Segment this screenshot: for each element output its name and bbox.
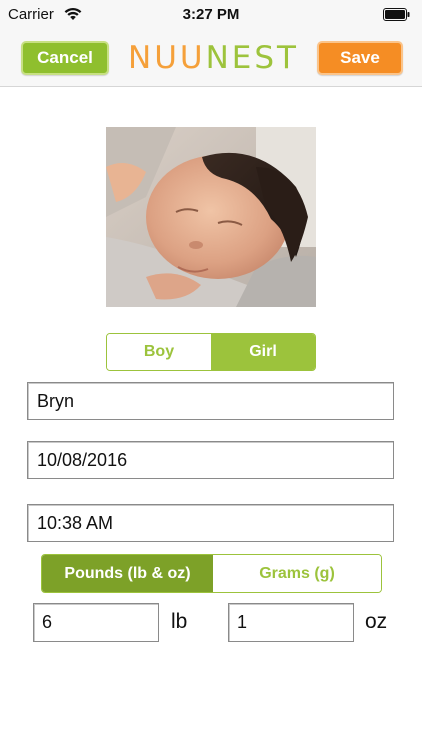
nuunest-logo: NUUNEST (128, 40, 296, 76)
gender-segmented-control: Boy Girl (106, 333, 316, 371)
save-button[interactable]: Save (317, 41, 403, 75)
time-field[interactable]: 10:38 AM (27, 504, 394, 542)
baby-photo[interactable] (106, 127, 316, 307)
ounces-input[interactable]: 1 (228, 603, 354, 642)
status-bar: Carrier 3:27 PM (0, 0, 422, 30)
pounds-unit-label: lb (171, 610, 188, 633)
date-field[interactable]: 10/08/2016 (27, 441, 394, 479)
unit-pounds-option[interactable]: Pounds (lb & oz) (42, 555, 213, 592)
status-time: 3:27 PM (182, 6, 240, 23)
nav-bar: Cancel NUUNEST Save (0, 30, 422, 87)
unit-grams-option[interactable]: Grams (g) (213, 555, 381, 592)
cancel-button[interactable]: Cancel (21, 41, 109, 75)
gender-girl-option[interactable]: Girl (211, 334, 315, 370)
logo-text-part2: NEST (205, 40, 299, 76)
battery-icon (383, 8, 410, 21)
name-field[interactable]: Bryn (27, 382, 394, 420)
gender-boy-option[interactable]: Boy (107, 334, 211, 370)
weight-unit-segmented-control: Pounds (lb & oz) Grams (g) (41, 554, 382, 593)
logo-text-part1: NUU (128, 40, 206, 76)
ounces-unit-label: oz (365, 610, 388, 633)
pounds-input[interactable]: 6 (33, 603, 159, 642)
